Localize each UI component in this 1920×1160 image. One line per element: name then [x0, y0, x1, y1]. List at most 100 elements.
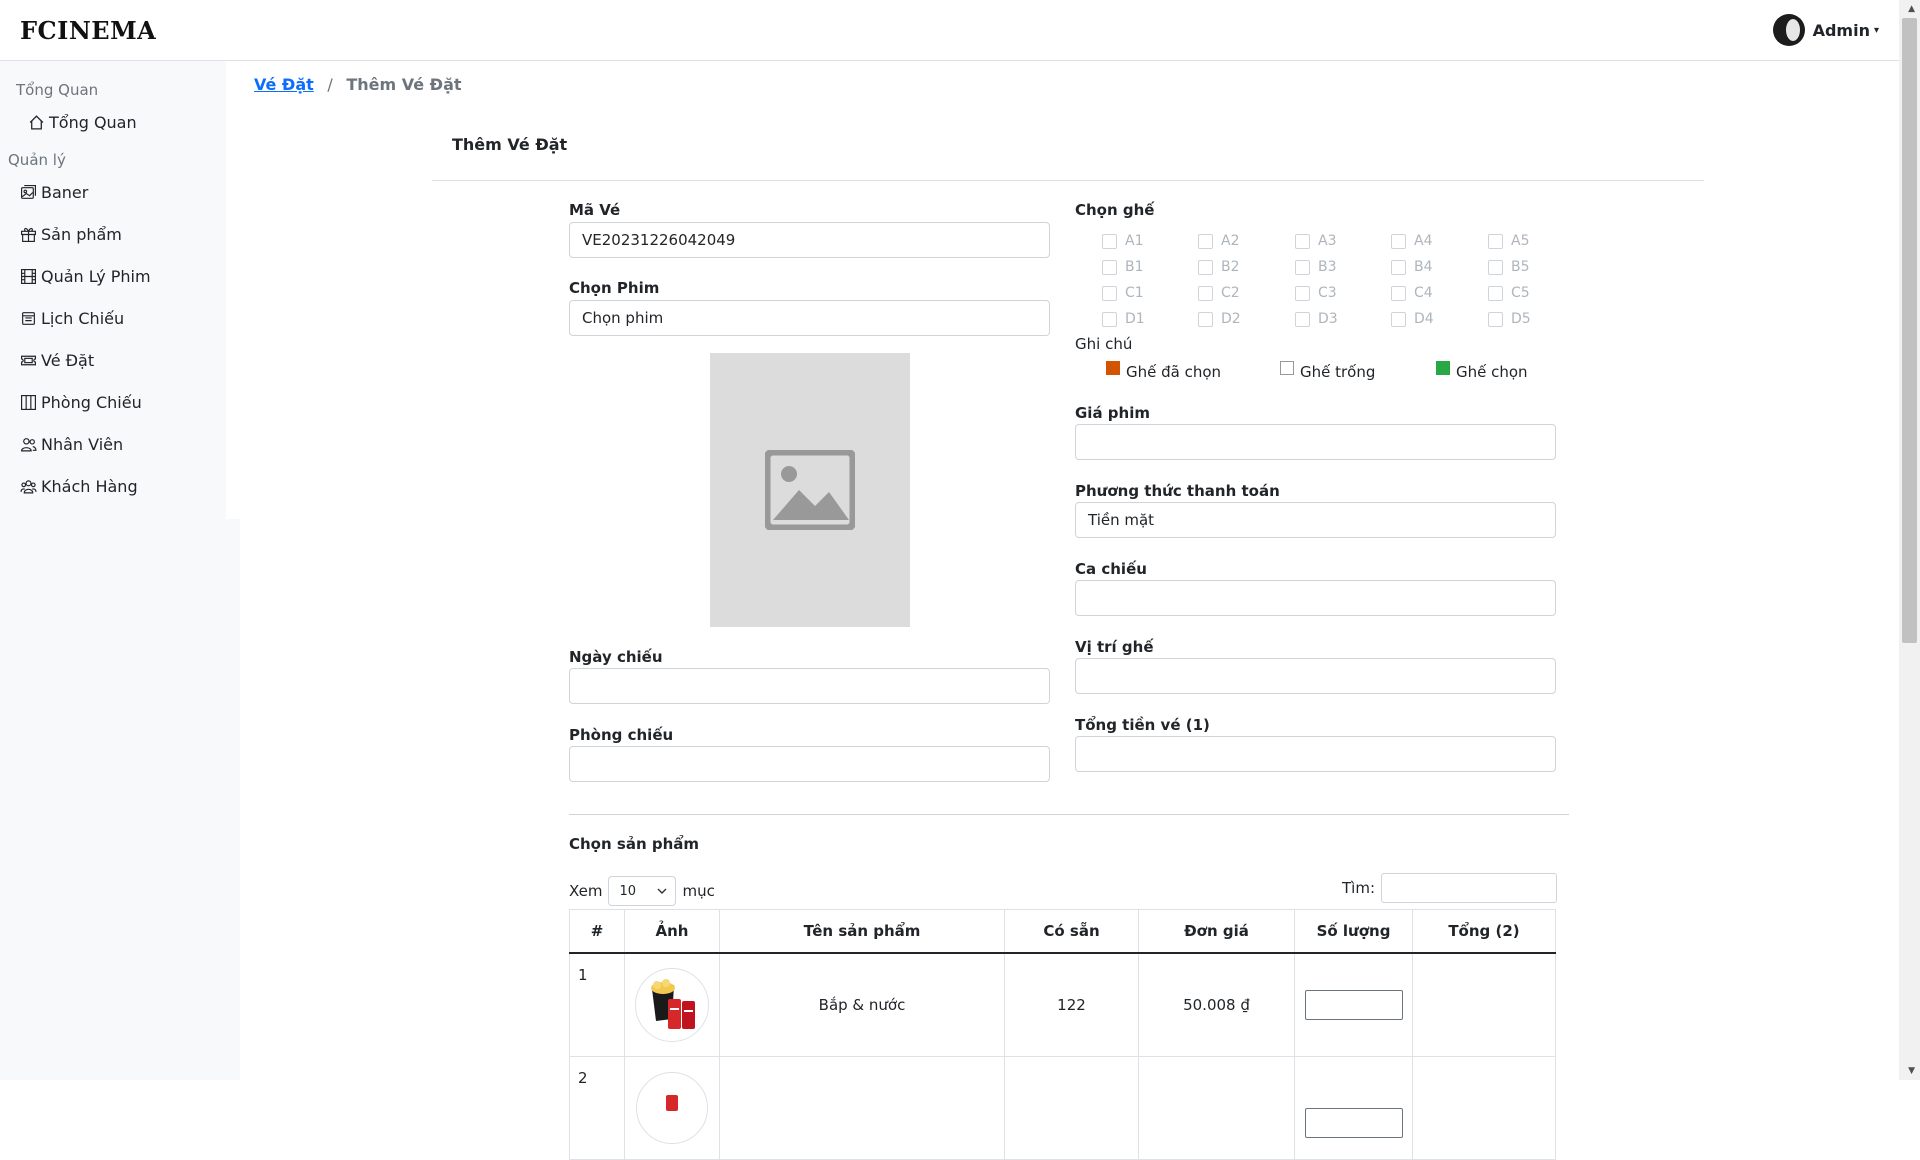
sidebar-item-overview[interactable]: Tổng Quan — [28, 113, 137, 132]
columns-icon — [21, 395, 36, 410]
sidebar-item-customers[interactable]: Khách Hàng — [20, 477, 138, 496]
seat-c3[interactable]: C3 — [1295, 285, 1337, 301]
movie-select-label: Chọn Phim — [569, 279, 660, 297]
room-field[interactable] — [569, 746, 1050, 782]
avatar — [1772, 14, 1805, 46]
drink-image — [666, 1095, 678, 1111]
products-heading: Chọn sản phẩm — [569, 835, 700, 853]
sidebar-item-tickets[interactable]: Vé Đặt — [20, 351, 94, 370]
seat-a5[interactable]: A5 — [1488, 233, 1529, 249]
sidebar-item-label: Nhân Viên — [41, 435, 124, 454]
payment-method-select[interactable]: Tiền mặt — [1075, 502, 1556, 538]
payment-method-label: Phương thức thanh toán — [1075, 482, 1280, 500]
show-date-label: Ngày chiếu — [569, 648, 663, 666]
image-icon — [765, 450, 855, 530]
column-header[interactable]: Số lượng — [1294, 909, 1413, 954]
note-label: Ghi chú — [1075, 335, 1133, 353]
seat-a2[interactable]: A2 — [1198, 233, 1239, 249]
legend-swatch — [1436, 361, 1450, 375]
legend-empty: Ghế trống — [1280, 361, 1375, 381]
product-thumbnail — [635, 968, 709, 1042]
legend-swatch — [1280, 361, 1294, 375]
seat-b4[interactable]: B4 — [1391, 259, 1433, 275]
showtime-label: Ca chiếu — [1075, 560, 1147, 578]
showtime-field[interactable] — [1075, 580, 1556, 616]
sidebar-item-rooms[interactable]: Phòng Chiếu — [20, 393, 142, 412]
seat-b5[interactable]: B5 — [1488, 259, 1530, 275]
seat-d4[interactable]: D4 — [1391, 311, 1434, 327]
ticket-total-label: Tổng tiền vé (1) — [1075, 716, 1210, 734]
quantity-input[interactable] — [1304, 990, 1403, 1020]
user-name: Admin — [1812, 20, 1870, 40]
movie-price-field[interactable] — [1075, 424, 1556, 460]
seat-a3[interactable]: A3 — [1295, 233, 1336, 249]
people-icon — [21, 438, 37, 452]
quantity-input[interactable] — [1304, 1108, 1403, 1138]
seat-c4[interactable]: C4 — [1391, 285, 1433, 301]
sidebar-background — [0, 519, 240, 1080]
seat-a4[interactable]: A4 — [1391, 233, 1432, 249]
sidebar-item-label: Sản phẩm — [41, 225, 122, 244]
sidebar-heading-manage: Quản lý — [8, 151, 66, 169]
sidebar-item-label: Lịch Chiếu — [41, 309, 125, 328]
column-header[interactable]: # — [569, 909, 625, 954]
seat-d5[interactable]: D5 — [1488, 311, 1531, 327]
legend-booked: Ghế đã chọn — [1106, 361, 1221, 381]
gift-icon — [21, 227, 36, 242]
seat-c1[interactable]: C1 — [1102, 285, 1144, 301]
seat-d2[interactable]: D2 — [1198, 311, 1241, 327]
show-date-field[interactable] — [569, 668, 1050, 704]
sidebar-item-movies[interactable]: Quản Lý Phim — [20, 267, 151, 286]
user-menu[interactable]: Admin ▾ — [1772, 14, 1879, 46]
products-table: # Ảnh Tên sản phẩm Có sẵn Đơn giá Số lượ… — [569, 909, 1556, 1160]
ticket-total-field[interactable] — [1075, 736, 1556, 772]
sidebar-item-schedule[interactable]: Lịch Chiếu — [20, 309, 124, 328]
column-header[interactable]: Tổng (2) — [1412, 909, 1556, 954]
product-stock: 122 — [1004, 952, 1139, 1057]
seat-d1[interactable]: D1 — [1102, 311, 1145, 327]
seat-d3[interactable]: D3 — [1295, 311, 1338, 327]
sidebar-item-label: Baner — [41, 183, 89, 202]
column-header[interactable]: Có sẵn — [1004, 909, 1139, 954]
page-title: Thêm Vé Đặt — [452, 135, 568, 154]
seat-c5[interactable]: C5 — [1488, 285, 1530, 301]
seat-position-label: Vị trí ghế — [1075, 638, 1154, 656]
seat-b3[interactable]: B3 — [1295, 259, 1337, 275]
legend-swatch — [1106, 361, 1120, 375]
sidebar-item-label: Tổng Quan — [49, 113, 137, 132]
legend-selected: Ghế chọn — [1436, 361, 1528, 381]
seat-c2[interactable]: C2 — [1198, 285, 1240, 301]
seat-b1[interactable]: B1 — [1102, 259, 1144, 275]
brand-logo[interactable]: FCINEMA — [20, 16, 156, 45]
sidebar-item-products[interactable]: Sản phẩm — [20, 225, 122, 244]
column-header[interactable]: Tên sản phẩm — [719, 909, 1005, 954]
scrollbar[interactable]: ▲ ▼ — [1899, 0, 1920, 1080]
scroll-up-arrow-icon[interactable]: ▲ — [1908, 4, 1915, 14]
page-length-select[interactable]: 10 — [608, 876, 677, 906]
table-header-row: # Ảnh Tên sản phẩm Có sẵn Đơn giá Số lượ… — [569, 909, 1556, 954]
sidebar: Tổng Quan Tổng Quan Quản lý Baner Sản ph… — [0, 61, 226, 519]
movie-select[interactable]: Chọn phim — [569, 300, 1050, 336]
ticket-code-field[interactable]: VE20231226042049 — [569, 222, 1050, 258]
sidebar-item-banner[interactable]: Baner — [20, 183, 88, 202]
product-total — [1412, 1056, 1556, 1160]
scroll-down-arrow-icon[interactable]: ▼ — [1908, 1066, 1915, 1076]
table-search: Tìm: — [1342, 873, 1557, 903]
search-input[interactable] — [1381, 873, 1557, 903]
sidebar-item-staff[interactable]: Nhân Viên — [20, 435, 123, 454]
column-header[interactable]: Đơn giá — [1138, 909, 1295, 954]
seat-a1[interactable]: A1 — [1102, 233, 1143, 249]
calendar-icon — [22, 312, 35, 325]
scrollbar-thumb[interactable] — [1902, 18, 1917, 643]
product-name — [719, 1056, 1005, 1160]
popcorn-drink-image — [651, 979, 695, 1029]
seat-b2[interactable]: B2 — [1198, 259, 1240, 275]
row-number: 2 — [569, 1056, 625, 1160]
breadcrumb-link-tickets[interactable]: Vé Đặt — [254, 75, 314, 94]
ticket-code-label: Mã Vé — [569, 201, 621, 219]
seat-position-field[interactable] — [1075, 658, 1556, 694]
column-header[interactable]: Ảnh — [624, 909, 720, 954]
product-thumbnail — [636, 1072, 708, 1144]
breadcrumb: Vé Đặt / Thêm Vé Đặt — [254, 75, 462, 94]
product-stock — [1004, 1056, 1139, 1160]
